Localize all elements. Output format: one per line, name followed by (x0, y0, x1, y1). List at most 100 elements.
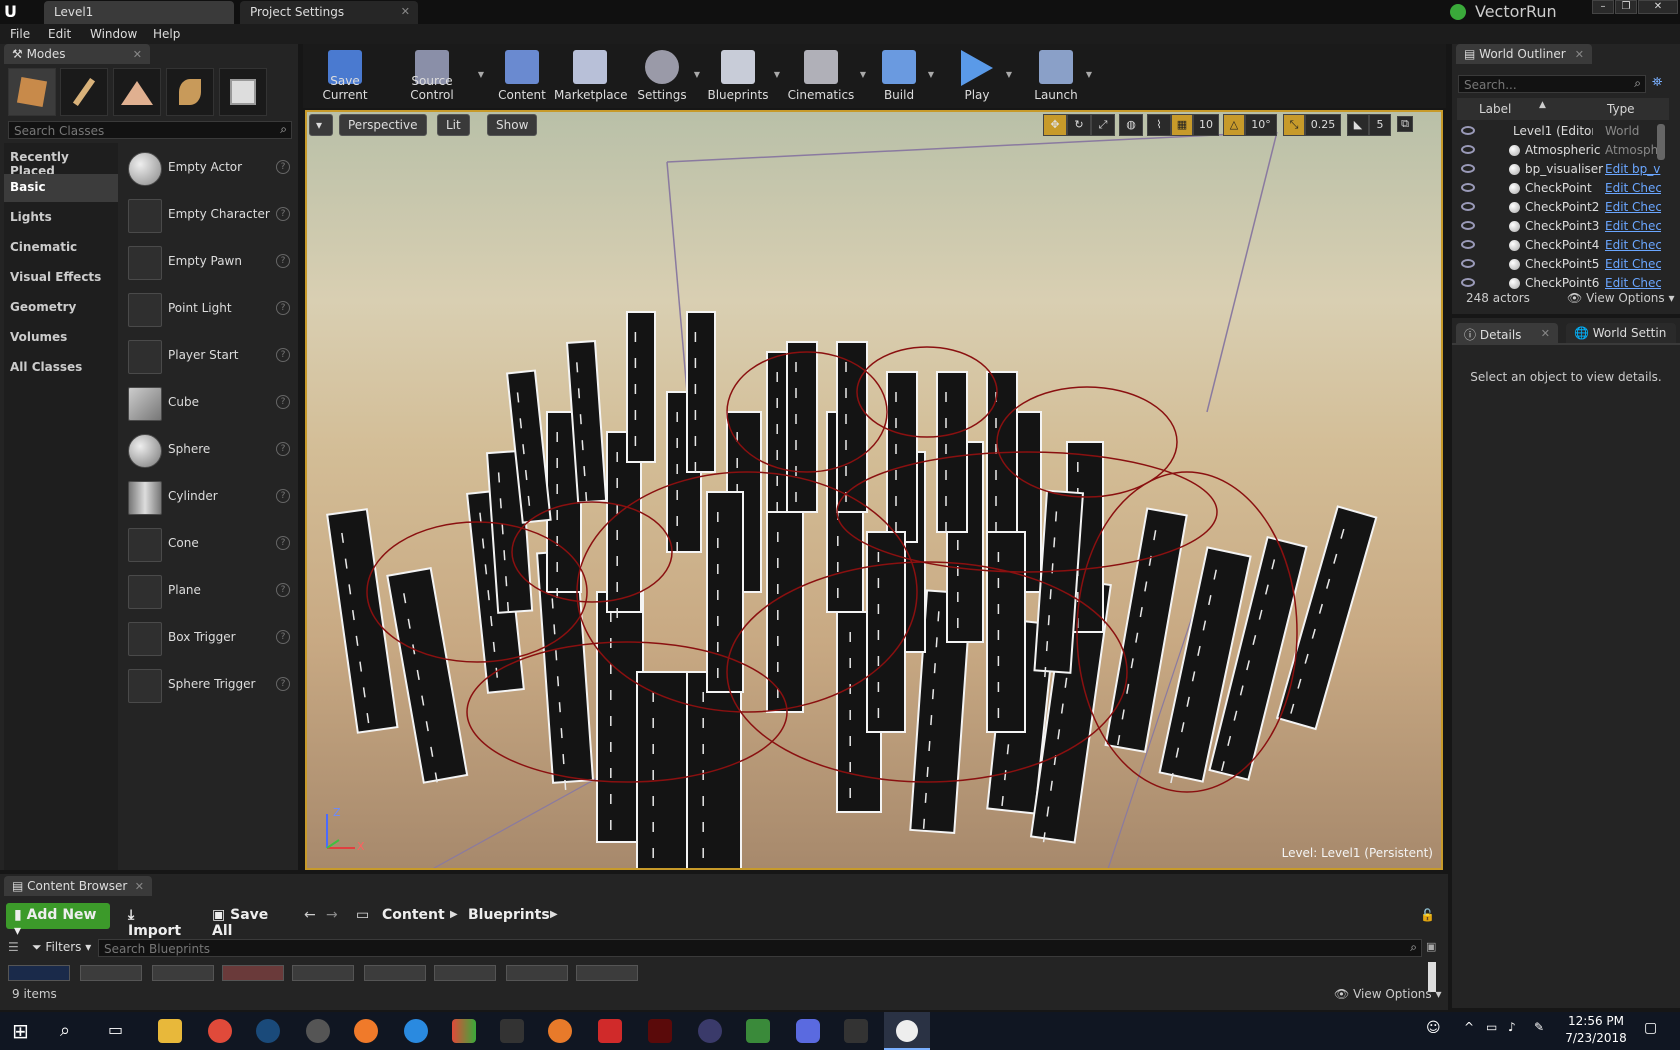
save-all-button[interactable]: ▣ Save All (204, 903, 288, 939)
actor-type[interactable]: Edit Chec (1605, 257, 1661, 271)
outliner-row[interactable]: Level1 (Editor) World (1457, 122, 1669, 141)
camera-speed-value[interactable]: 5 (1369, 114, 1391, 136)
network-icon[interactable]: ▭ (1486, 1020, 1497, 1034)
outliner-row[interactable]: CheckPoint5 Edit Chec (1457, 255, 1669, 274)
task-view-icon[interactable]: ▭ (108, 1020, 123, 1039)
menu-window[interactable]: Window (90, 27, 137, 41)
asset-thumbnail[interactable] (222, 965, 284, 981)
help-icon[interactable]: ? (276, 630, 290, 644)
menu-edit[interactable]: Edit (48, 27, 71, 41)
source-control-status-icon[interactable] (1450, 4, 1466, 20)
place-item-sphere[interactable]: Sphere? (124, 428, 294, 472)
content-view-options[interactable]: 👁 View Options ▾ (1334, 987, 1442, 1001)
chevron-down-icon[interactable]: ▼ (774, 70, 780, 79)
help-icon[interactable]: ? (276, 254, 290, 268)
steam-icon[interactable] (256, 1019, 280, 1043)
eye-icon[interactable] (1461, 145, 1475, 154)
actor-type[interactable]: Edit Chec (1605, 276, 1661, 290)
toolbar-content-button[interactable]: Content (496, 46, 548, 106)
epic-games-icon[interactable] (500, 1019, 524, 1043)
category-recently-placed[interactable]: Recently Placed (4, 144, 118, 178)
perspective-dropdown[interactable]: Perspective (339, 114, 427, 136)
notifications-icon[interactable]: ▢ (1644, 1020, 1657, 1036)
scale-tool-icon[interactable]: ⤢ (1091, 114, 1115, 136)
toolbar-build-button[interactable]: Build ▼ (874, 46, 934, 106)
back-arrow-icon[interactable]: ← (304, 907, 316, 923)
category-basic[interactable]: Basic (4, 174, 118, 202)
eye-icon[interactable] (1461, 202, 1475, 211)
help-icon[interactable]: ? (276, 677, 290, 691)
column-label-header[interactable]: Label (1479, 102, 1511, 116)
close-window-button[interactable]: ✕ (1638, 0, 1678, 14)
place-item-player-start[interactable]: Player Start? (124, 334, 294, 378)
eye-icon[interactable] (1461, 183, 1475, 192)
origin-icon[interactable] (354, 1019, 378, 1043)
uplay-icon[interactable] (404, 1019, 428, 1043)
category-geometry[interactable]: Geometry (4, 294, 118, 322)
category-visual-effects[interactable]: Visual Effects (4, 264, 118, 292)
eye-icon[interactable] (1461, 164, 1475, 173)
outliner-view-options[interactable]: 👁 View Options ▾ (1567, 291, 1675, 305)
toolbar-play-button[interactable]: Play ▼ (952, 46, 1012, 106)
translate-tool-icon[interactable]: ✥ (1043, 114, 1067, 136)
flash-icon[interactable] (598, 1019, 622, 1043)
help-icon[interactable]: ? (276, 583, 290, 597)
blender-icon[interactable] (548, 1019, 572, 1043)
grid-snap-icon[interactable]: ▦ (1171, 114, 1193, 136)
breadcrumb-blueprints[interactable]: Blueprints (468, 907, 550, 923)
asset-thumbnail[interactable] (364, 965, 426, 981)
search-blueprints-input[interactable]: Search Blueprints ⌕ (98, 939, 1422, 957)
davinci-resolve-icon[interactable] (698, 1019, 722, 1043)
place-item-cube[interactable]: Cube? (124, 381, 294, 425)
surface-snap-icon[interactable]: ⌇ (1147, 114, 1171, 136)
asset-thumbnail[interactable] (576, 965, 638, 981)
add-new-button[interactable]: ▮ Add New ▾ (6, 903, 110, 939)
breadcrumb-arrow-icon[interactable]: ▶ (450, 909, 458, 920)
asset-thumbnail[interactable] (292, 965, 354, 981)
category-all-classes[interactable]: All Classes (4, 354, 118, 382)
add-filter-icon[interactable]: ⛯ (1652, 75, 1672, 93)
chevron-down-icon[interactable]: ▼ (1006, 70, 1012, 79)
chrome-icon[interactable] (208, 1019, 232, 1043)
geometry-mode-button[interactable] (219, 68, 267, 116)
filters-button[interactable]: ⏷ Filters ▾ (32, 940, 91, 955)
place-item-cone[interactable]: Cone? (124, 522, 294, 566)
eye-icon[interactable] (1461, 221, 1475, 230)
eye-icon[interactable] (1461, 278, 1475, 287)
minimize-button[interactable]: – (1592, 0, 1614, 14)
obs-icon[interactable] (306, 1019, 330, 1043)
outliner-row[interactable]: CheckPoint2 Edit Chec (1457, 198, 1669, 217)
close-icon[interactable]: ✕ (1575, 48, 1584, 61)
people-icon[interactable]: ☺ (1426, 1020, 1441, 1036)
close-icon[interactable]: ✕ (135, 880, 144, 893)
outliner-row[interactable]: bp_visualiser Edit bp_v (1457, 160, 1669, 179)
tab-modes[interactable]: ⚒ Modes ✕ (4, 44, 150, 64)
unreal-taskbar-button[interactable] (884, 1012, 930, 1050)
place-item-empty-character[interactable]: Empty Character? (124, 193, 294, 237)
tab-project-settings[interactable]: Project Settings ✕ (240, 1, 418, 24)
help-icon[interactable]: ? (276, 348, 290, 362)
tab-details[interactable]: ⓘ Details ✕ (1456, 323, 1558, 343)
world-space-icon[interactable]: ◍ (1119, 114, 1143, 136)
lit-dropdown[interactable]: Lit (437, 114, 470, 136)
help-icon[interactable]: ? (276, 442, 290, 456)
actor-type[interactable]: Edit bp_v (1605, 162, 1661, 176)
save-search-icon[interactable]: ▣ (1426, 940, 1436, 953)
rotation-snap-value[interactable]: 10° (1245, 114, 1277, 136)
grid-snap-value[interactable]: 10 (1193, 114, 1219, 136)
help-icon[interactable]: ? (276, 395, 290, 409)
outliner-scrollbar[interactable] (1657, 124, 1665, 160)
toolbar-save-current-button[interactable]: Save Current (308, 46, 382, 106)
close-icon[interactable]: ✕ (1541, 327, 1550, 340)
chevron-down-icon[interactable]: ▼ (694, 70, 700, 79)
file-explorer-icon[interactable] (158, 1019, 182, 1043)
outliner-row[interactable]: Atmospheric F Atmosphe (1457, 141, 1669, 160)
eye-icon[interactable] (1461, 240, 1475, 249)
menu-help[interactable]: Help (153, 27, 180, 41)
asset-thumbnail[interactable] (8, 965, 70, 981)
asset-thumbnail[interactable] (80, 965, 142, 981)
clock-date[interactable]: 7/23/2018 (1564, 1031, 1628, 1045)
toolbar-blueprints-button[interactable]: Blueprints ▼ (706, 46, 780, 106)
asset-thumbnail[interactable] (506, 965, 568, 981)
category-lights[interactable]: Lights (4, 204, 118, 232)
